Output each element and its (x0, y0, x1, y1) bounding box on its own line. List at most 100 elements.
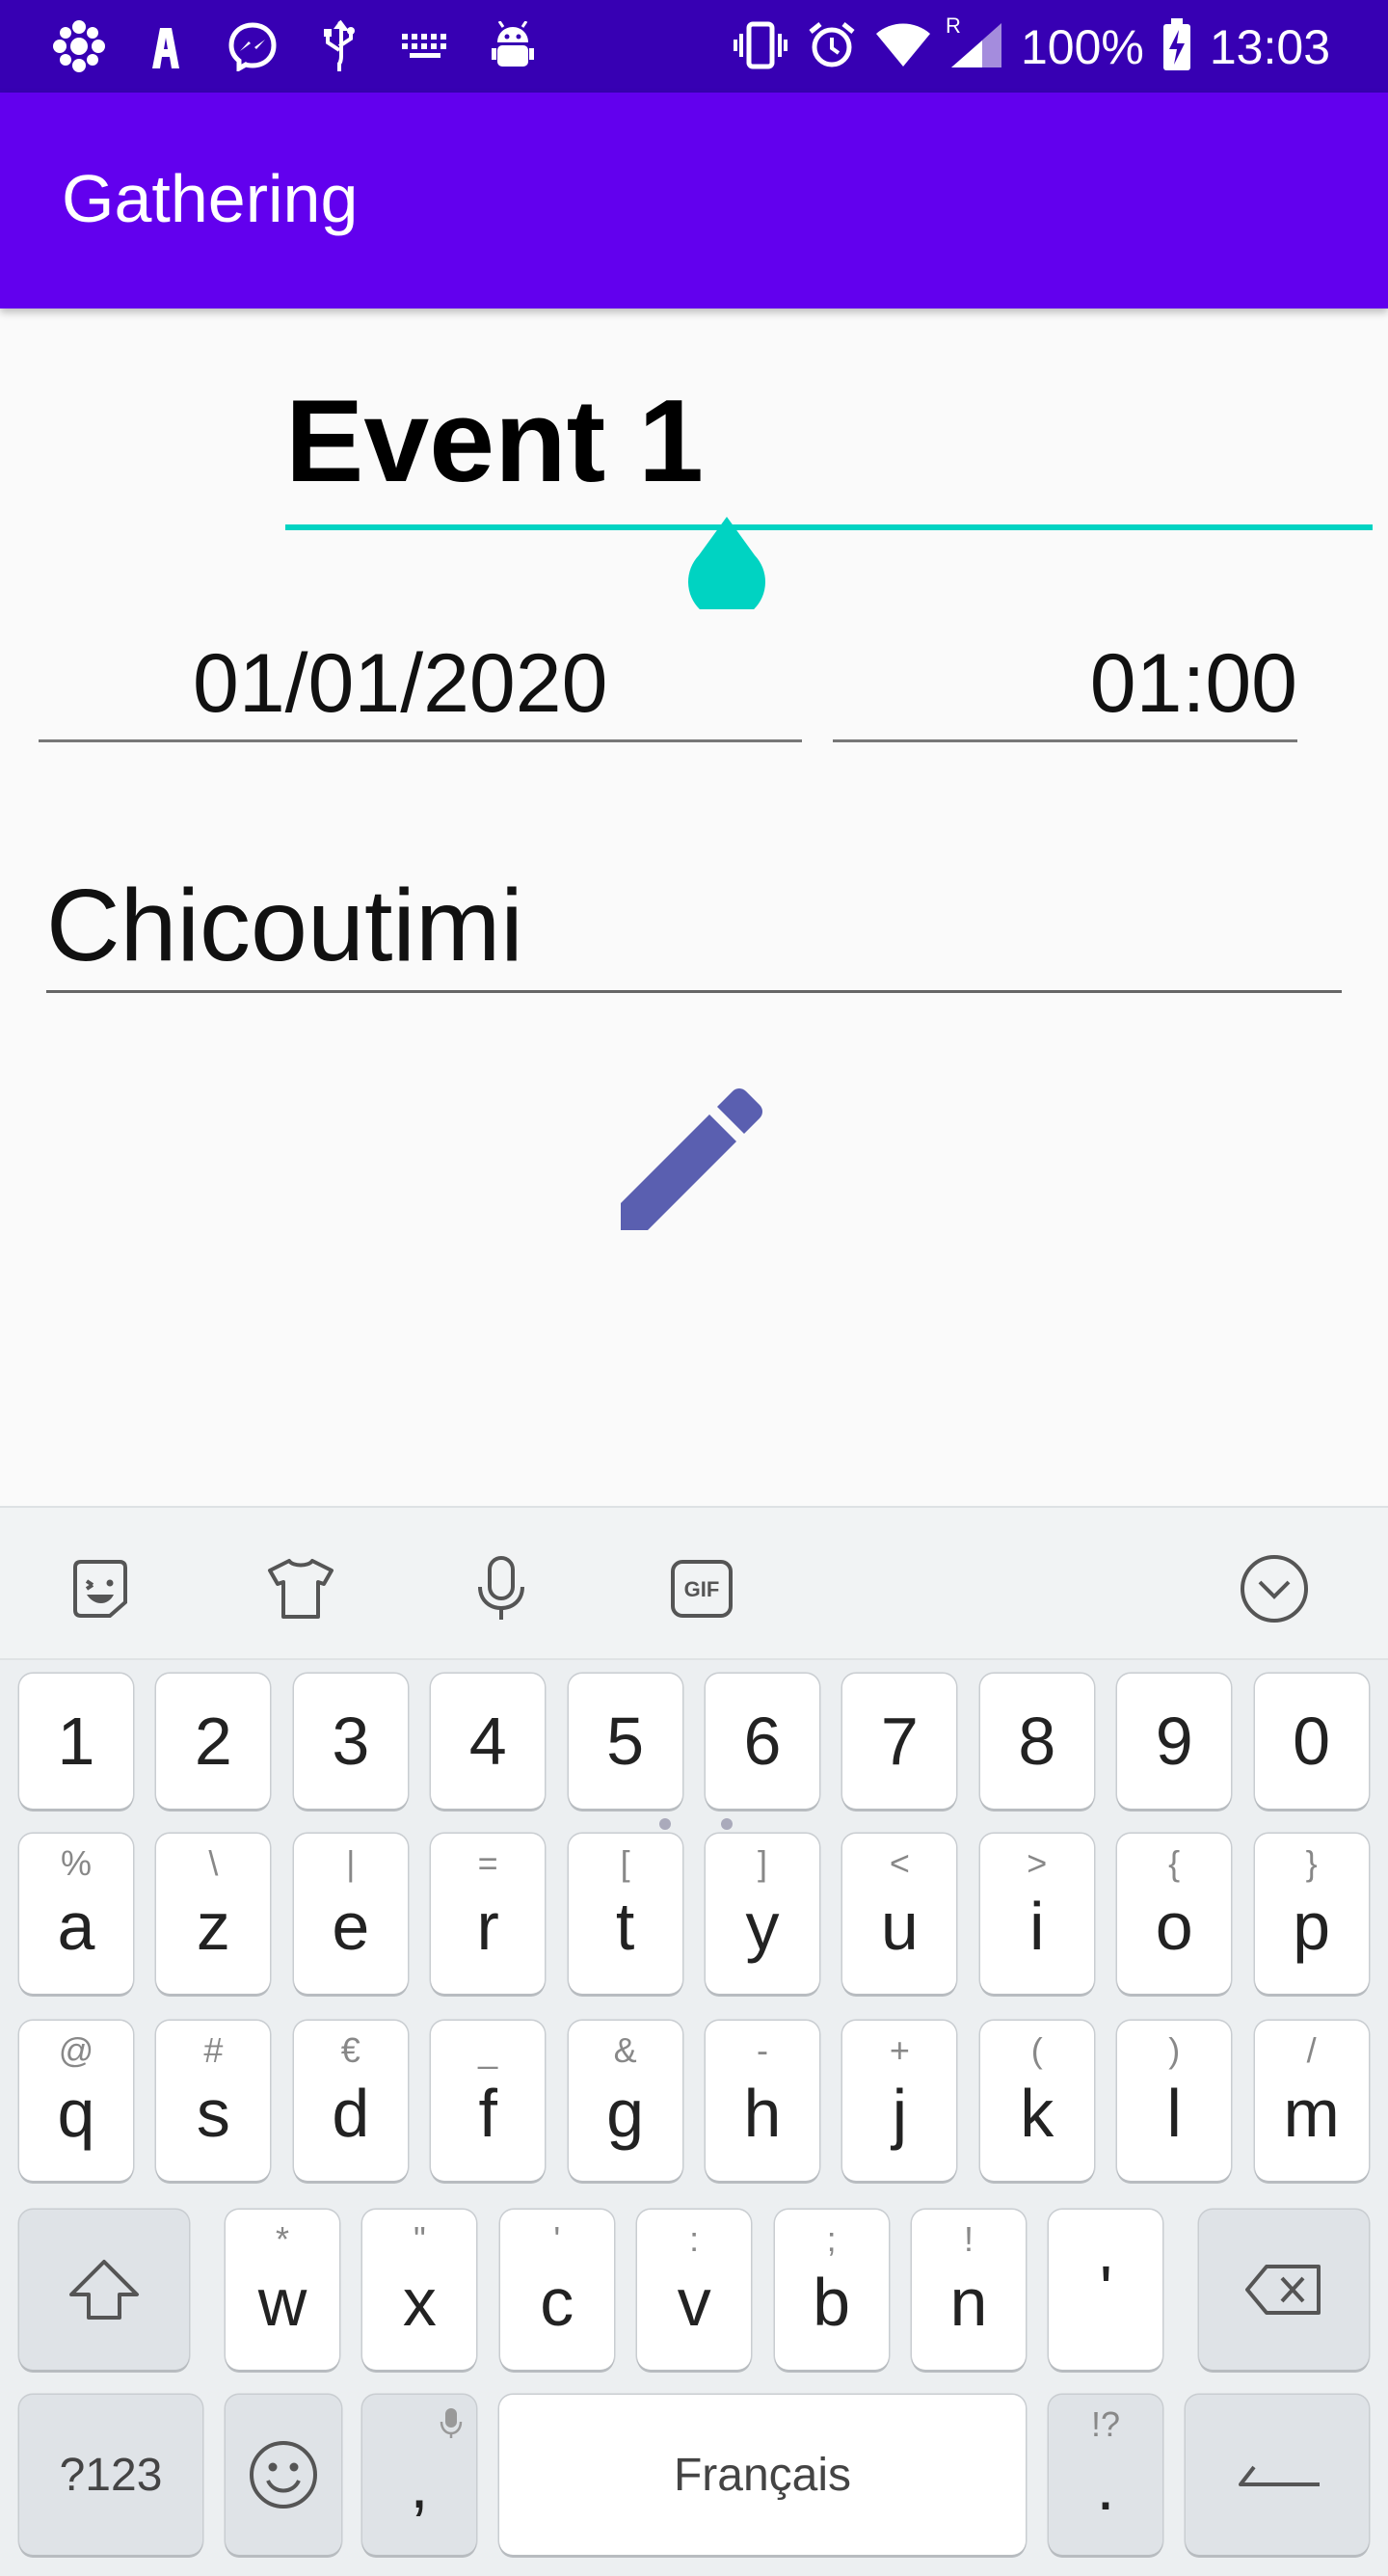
key-label: w (257, 2265, 307, 2340)
key-3[interactable]: 3 (293, 1674, 408, 1809)
key-label: q (57, 2076, 95, 2151)
roaming-indicator: R (945, 13, 961, 38)
keyboard-toolbar: GIF (0, 1508, 1388, 1660)
date-value: 01/01/2020 (193, 637, 608, 730)
key-8[interactable]: 8 (979, 1674, 1094, 1809)
key-label: 7 (880, 1704, 919, 1779)
key-label: v (677, 2265, 711, 2340)
key-b[interactable]: ; b (774, 2210, 889, 2370)
key-label: b (813, 2265, 851, 2340)
key-secondary-label: _ (478, 2030, 498, 2070)
sticker-icon[interactable] (64, 1552, 137, 1625)
backspace-icon (1245, 2265, 1321, 2315)
accessibility-icon (137, 17, 195, 75)
key-t[interactable]: [t (568, 1834, 682, 1994)
key-0[interactable]: 0 (1254, 1674, 1369, 1809)
key-f[interactable]: _ f (431, 2021, 546, 2181)
key-secondary-label: < (889, 1843, 910, 1883)
location-field[interactable]: Chicoutimi (46, 848, 1342, 993)
edit-button[interactable] (617, 1084, 767, 1234)
key-apostrophe[interactable]: ' (1049, 2210, 1163, 2370)
key-secondary-label: { (1168, 1843, 1181, 1883)
key-r[interactable]: = r (431, 1834, 546, 1994)
messenger-icon (224, 17, 281, 75)
date-field[interactable]: 01/01/2020 (39, 627, 802, 742)
microphone-icon[interactable] (465, 1552, 538, 1625)
key-secondary-label: [ (620, 1843, 630, 1883)
comma-key[interactable]: , (362, 2395, 476, 2555)
event-name-underline (285, 524, 1373, 530)
key-7[interactable]: 7 (842, 1674, 957, 1809)
usb-icon (310, 17, 368, 75)
key-secondary-label: > (1027, 1843, 1048, 1883)
key-j[interactable]: + j (842, 2021, 957, 2181)
time-field[interactable]: 01:00 (833, 627, 1297, 742)
key-secondary-label: \ (208, 1843, 219, 1883)
battery-percent: 100% (1020, 20, 1144, 74)
key-secondary-label: ; (826, 2219, 837, 2259)
notification-icons (50, 17, 542, 75)
key-label: g (606, 2076, 645, 2151)
key-g[interactable]: & g (568, 2021, 682, 2181)
key-v[interactable]: :v (637, 2210, 752, 2370)
key-label: i (1029, 1889, 1045, 1964)
symbols-key[interactable]: ?123 (19, 2395, 202, 2555)
app-bar: Gathering (0, 93, 1388, 309)
key-label: 6 (743, 1704, 782, 1779)
period-key[interactable]: !? . (1049, 2395, 1162, 2555)
key-label: f (478, 2076, 497, 2151)
key-w[interactable]: * w (226, 2210, 339, 2370)
key-9[interactable]: 9 (1117, 1674, 1232, 1809)
key-label: e (332, 1889, 370, 1964)
text-cursor-handle[interactable] (687, 517, 766, 621)
key-x[interactable]: " x (362, 2210, 477, 2370)
key-1[interactable]: 1 (19, 1674, 133, 1809)
key-c[interactable]: ' c (499, 2210, 614, 2370)
svg-text:GIF: GIF (684, 1577, 720, 1601)
key-q[interactable]: @ q (19, 2021, 133, 2181)
key-secondary-label: ) (1168, 2030, 1181, 2070)
emoji-icon (250, 2441, 317, 2509)
key-label: s (196, 2076, 230, 2151)
gif-icon[interactable]: GIF (665, 1552, 738, 1625)
soft-keyboard: GIF 1 2 3 4 5 6 7 8 9 0% a \ z | e = r[t] y < u > i{o} p @ q # s € d… (0, 1506, 1388, 2576)
key-s[interactable]: # s (156, 2021, 271, 2181)
theme-icon[interactable] (264, 1552, 337, 1625)
emoji-key[interactable] (226, 2395, 341, 2555)
key-6[interactable]: 6 (706, 1674, 819, 1809)
key-y[interactable]: ] y (706, 1834, 819, 1994)
key-secondary-label: * (275, 2219, 289, 2259)
key-2[interactable]: 2 (156, 1674, 271, 1809)
key-m[interactable]: / m (1254, 2021, 1369, 2181)
key-label: 8 (1018, 1704, 1056, 1779)
backspace-key[interactable] (1199, 2210, 1369, 2370)
battery-charging-icon (1161, 18, 1192, 76)
key-secondary-label: ' (553, 2219, 561, 2259)
collapse-keyboard-icon[interactable] (1238, 1552, 1311, 1625)
key-e[interactable]: | e (293, 1834, 408, 1994)
key-k[interactable]: (k (979, 2021, 1094, 2181)
system-status: R 100% 13:03 (732, 13, 1330, 81)
key-i[interactable]: > i (979, 1834, 1094, 1994)
key-h[interactable]: -h (706, 2021, 819, 2181)
key-label: y (745, 1889, 780, 1964)
enter-key[interactable] (1186, 2395, 1369, 2555)
key-p[interactable]: } p (1254, 1834, 1369, 1994)
location-value: Chicoutimi (46, 869, 523, 982)
event-name-input[interactable]: Event 1 (285, 378, 704, 503)
key-secondary-label: : (689, 2219, 700, 2259)
shift-key[interactable] (19, 2210, 189, 2370)
key-z[interactable]: \ z (156, 1834, 271, 1994)
key-5[interactable]: 5 (568, 1674, 682, 1809)
key-a[interactable]: % a (19, 1834, 133, 1994)
key-secondary-label: & (613, 2030, 637, 2070)
space-bar[interactable]: Français (499, 2395, 1026, 2555)
key-secondary-label: - (757, 2030, 768, 2070)
key-d[interactable]: € d (293, 2021, 408, 2181)
key-n[interactable]: ! n (912, 2210, 1026, 2370)
key-o[interactable]: {o (1117, 1834, 1232, 1994)
key-l[interactable]: ) l (1117, 2021, 1232, 2181)
key-label: p (1293, 1889, 1331, 1964)
key-4[interactable]: 4 (431, 1674, 546, 1809)
key-u[interactable]: < u (842, 1834, 957, 1994)
